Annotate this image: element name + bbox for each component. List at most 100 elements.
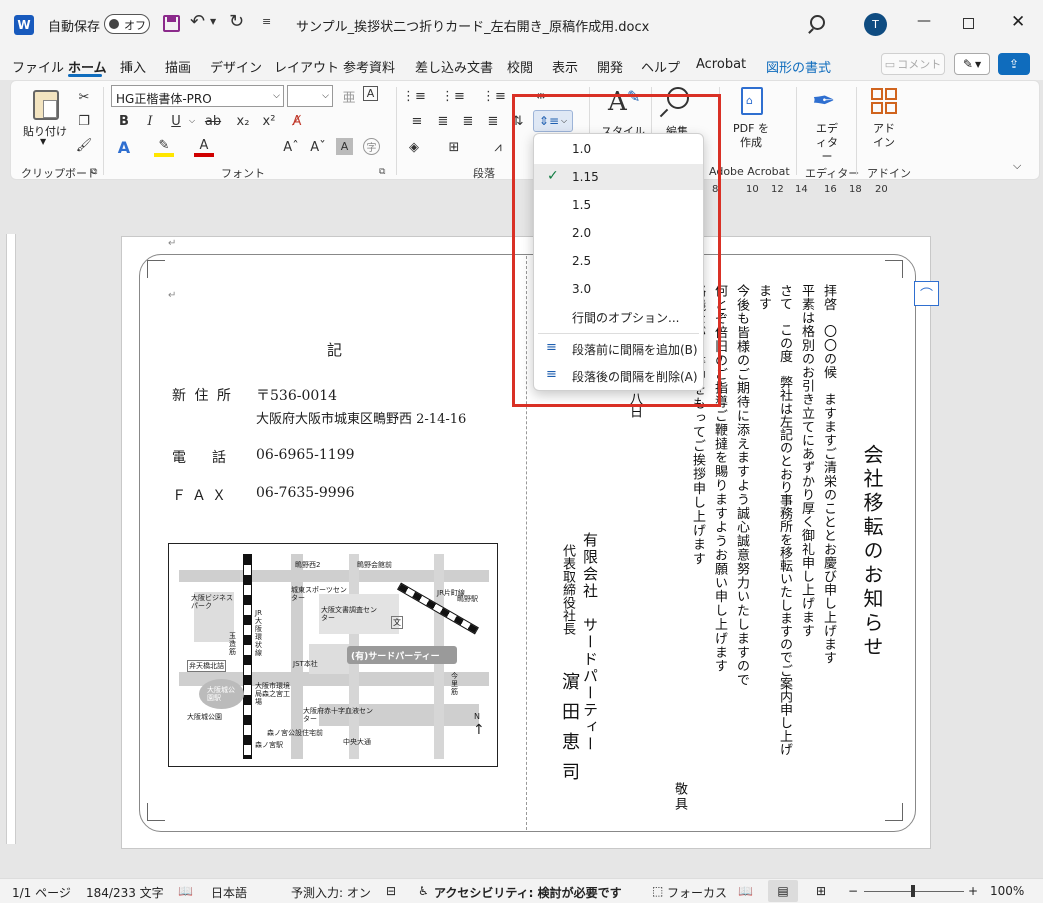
cut-icon[interactable]: ✂ [74,87,94,107]
character-shading-icon[interactable]: A [336,138,353,155]
ruler-number: 10 [746,184,759,195]
tab-review[interactable]: 校閲 [507,57,533,76]
predictive-text[interactable]: 予測入力: オン [291,884,371,901]
undo-icon[interactable]: ↶ [190,11,205,32]
pdf-icon[interactable]: ⌂ [741,87,763,115]
numbering-icon[interactable]: ⋮≡ [441,86,465,106]
undo-dropdown-icon[interactable]: ▼ [210,17,216,26]
addin-label[interactable]: アドイン [872,122,896,150]
autosave-state: オフ [124,19,146,32]
customize-qat-icon[interactable]: ≡ [262,15,271,28]
tab-mailings[interactable]: 差し込み文書 [415,57,493,76]
addin-tile [885,88,897,100]
text-effects-icon[interactable]: A [114,137,134,157]
addin-tile [871,102,883,114]
tab-acrobat[interactable]: Acrobat [696,57,746,72]
layout-options-icon[interactable]: ⌒ [914,281,939,306]
proofing-icon[interactable]: 📖 [178,884,193,898]
tab-view[interactable]: 表示 [552,57,578,76]
ruler-number: 20 [875,184,888,195]
shading-icon[interactable]: ◈ [404,137,424,157]
tab-help[interactable]: ヘルプ [641,57,680,76]
tab-file[interactable]: ファイル [12,57,64,76]
focus-mode[interactable]: フォーカス [667,884,727,901]
enclose-characters-icon[interactable]: 字 [363,138,380,155]
autosave-toggle[interactable]: オフ [104,14,150,34]
share-button[interactable]: ⇪ [998,53,1030,75]
align-left-icon[interactable]: ≣ [433,111,453,131]
decrease-indent-icon[interactable]: ≡ [407,111,427,131]
grow-font-icon[interactable]: Aˆ [281,137,301,157]
subscript-icon[interactable]: x₂ [233,111,253,131]
zoom-in-icon[interactable]: + [968,884,978,898]
zoom-out-icon[interactable]: − [848,884,858,898]
document-title[interactable]: サンプル_挨拶状二つ折りカード_左右開き_原稿作成用.docx [296,16,649,35]
tab-layout[interactable]: レイアウト [274,57,339,76]
strikethrough-icon[interactable]: ab [203,111,223,131]
map-label: N [474,712,480,721]
font-name-box[interactable]: HG正楷書体-PRO ⌵ [111,85,284,107]
font-size-box[interactable]: ⌵ [287,85,333,107]
font-color-icon[interactable]: A [194,137,214,157]
tab-shape-format[interactable]: 図形の書式 [766,57,831,76]
italic-icon[interactable]: I [140,111,160,131]
avatar[interactable]: T [864,13,887,36]
comment-button[interactable]: ▭ コメント [881,53,945,75]
shrink-font-icon[interactable]: Aˇ [308,137,328,157]
tel-value: 06-6965-1199 [256,447,355,463]
multilevel-list-icon[interactable]: ⋮≡ [482,86,506,106]
underline-dropdown-icon[interactable]: ⌵ [182,111,202,131]
addin-icon[interactable] [871,88,897,114]
editor-label[interactable]: エディター [811,122,843,164]
editor-icon[interactable]: ✒ [812,84,835,117]
minimize-icon[interactable]: — [917,13,931,29]
macro-icon[interactable]: ⊟ [386,884,396,898]
map-label: 森ノ宮駅 [255,741,283,749]
language[interactable]: 日本語 [211,884,247,901]
align-center-icon[interactable]: ≣ [458,111,478,131]
clipboard-launcher-icon[interactable]: ⧉ [91,167,97,177]
paste-dropdown-icon[interactable]: ▼ [40,137,46,146]
justify-icon[interactable]: ≣ [483,111,503,131]
character-border-icon[interactable]: A [363,86,378,101]
tab-references[interactable]: 参考資料 [343,57,395,76]
tab-design[interactable]: デザイン [210,57,262,76]
font-launcher-icon[interactable]: ⧉ [379,167,385,177]
paste-icon[interactable] [33,90,59,120]
focus-icon[interactable]: ⬚ [652,884,663,898]
editing-mode-button[interactable]: ✎ ▼ [954,53,990,75]
pdf-label[interactable]: PDF を作成 [733,122,769,150]
print-layout-icon[interactable]: ▤ [768,880,798,902]
crop-mark [885,803,903,821]
bold-icon[interactable]: B [114,111,134,131]
page-count[interactable]: 1/1 ページ [12,884,71,901]
accessibility-icon[interactable]: ♿ [418,884,429,898]
read-mode-icon[interactable]: 📖 [738,884,753,898]
redo-icon[interactable]: ↻ [229,11,244,32]
collapse-ribbon-icon[interactable]: ⌵ [1013,159,1021,173]
close-icon[interactable]: ✕ [1011,12,1025,32]
copy-icon[interactable]: ❐ [74,111,94,131]
save-icon[interactable] [163,15,180,32]
tab-draw[interactable]: 描画 [165,57,191,76]
annotation-highlight-box [512,94,721,407]
web-layout-icon[interactable]: ⊞ [816,884,826,898]
word-count[interactable]: 184/233 文字 [86,884,164,901]
phonetic-guide-icon[interactable]: 亜 [339,86,359,106]
borders-icon[interactable]: ⊞ [444,137,464,157]
tab-insert[interactable]: 挿入 [120,57,146,76]
tel-label: 電 話 [172,450,232,466]
clear-formatting-icon[interactable]: A̸ [287,111,307,131]
superscript-icon[interactable]: x² [259,111,279,131]
asian-layout-icon[interactable]: ⩘ [488,137,508,157]
access-map[interactable]: (有)サードパーティー 鴫野西2 鴫野会館前 JR片町線 城東スポーツセンター … [168,543,498,767]
bullets-icon[interactable]: ⋮≡ [402,86,426,106]
zoom-slider-thumb[interactable] [911,885,915,897]
zoom-level[interactable]: 100% [990,884,1024,898]
maximize-icon[interactable] [963,18,974,29]
highlight-icon[interactable]: ✎ [154,137,174,157]
accessibility-status[interactable]: アクセシビリティ: 検討が必要です [434,884,622,901]
title-chevron-icon[interactable]: ⌵ [598,17,606,28]
format-painter-icon[interactable]: 🖌 [74,135,94,155]
tab-developer[interactable]: 開発 [597,57,623,76]
